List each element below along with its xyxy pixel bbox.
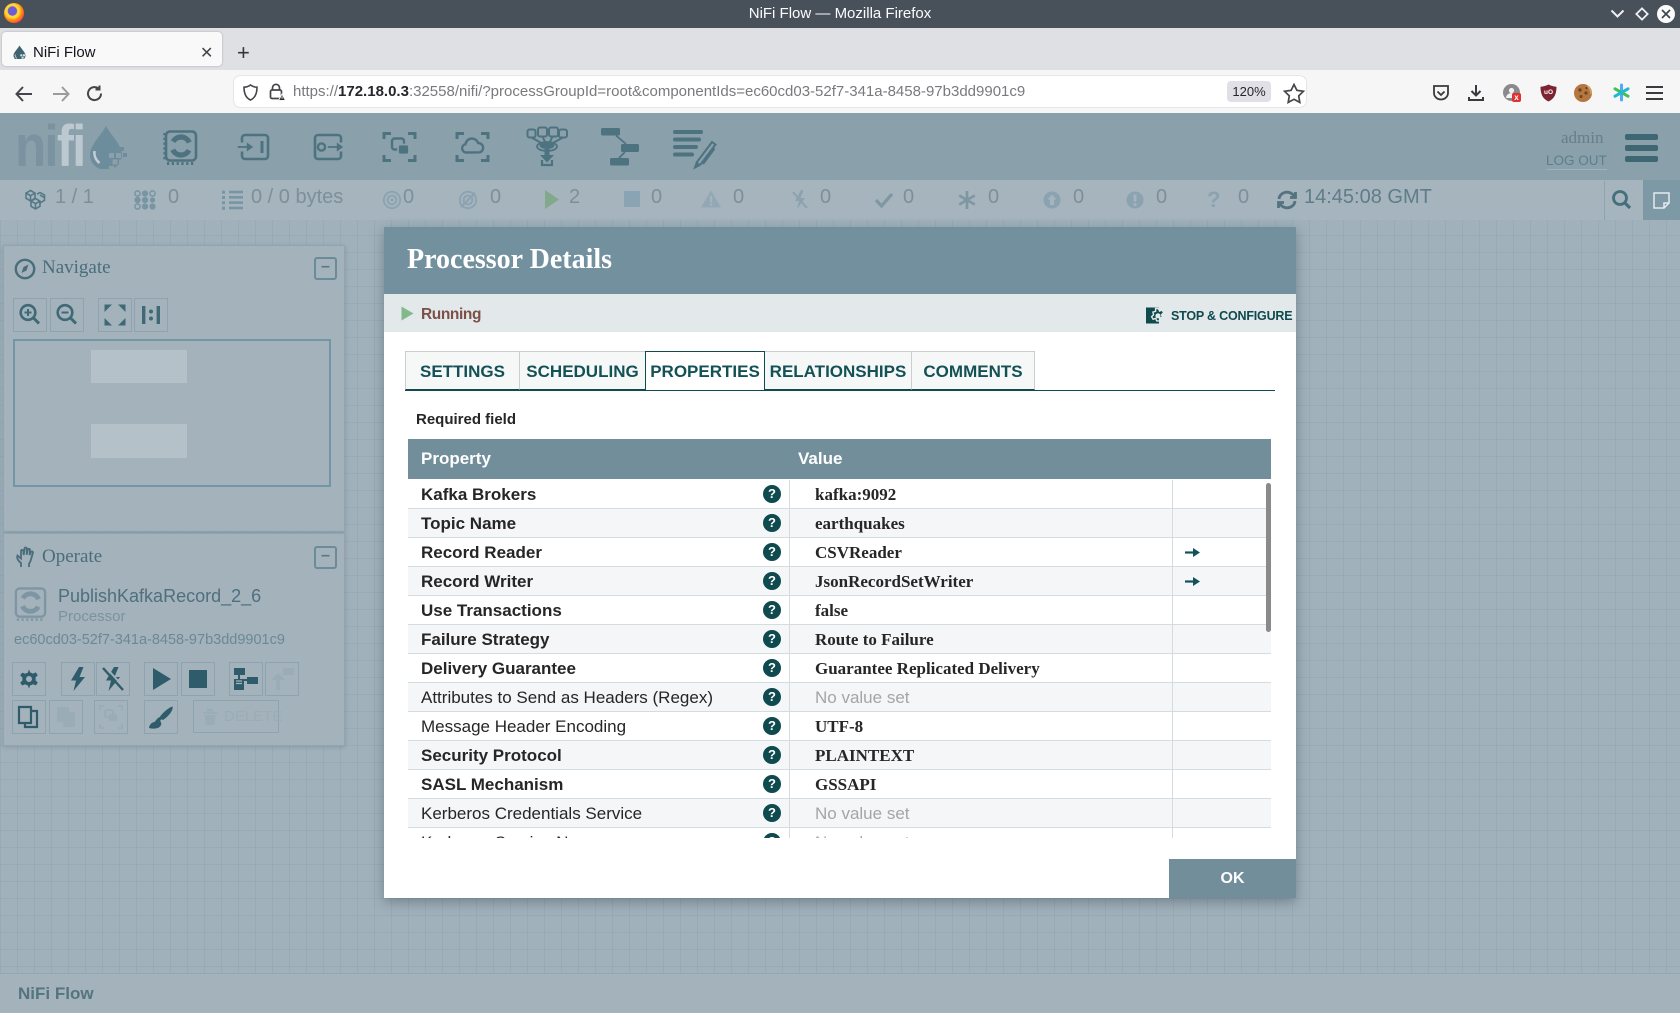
svg-text:uO: uO	[1544, 89, 1553, 96]
